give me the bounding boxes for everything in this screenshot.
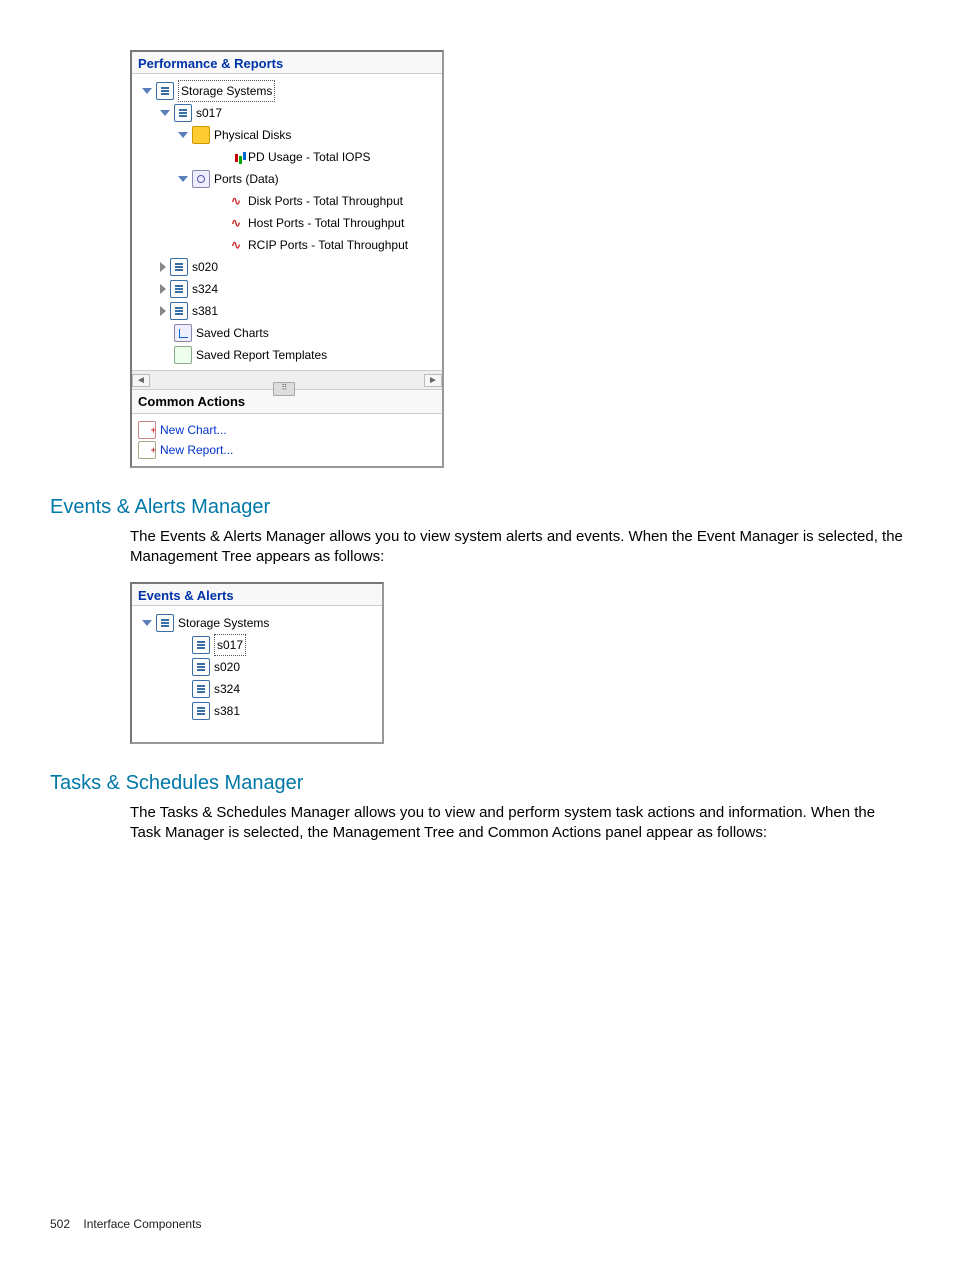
disks-icon	[192, 126, 210, 144]
wave-icon	[228, 215, 244, 231]
tree-label: Host Ports - Total Throughput	[248, 213, 404, 233]
tree-label: RCIP Ports - Total Throughput	[248, 235, 408, 255]
action-label: New Chart...	[160, 420, 227, 440]
expand-icon[interactable]	[160, 284, 166, 294]
storage-icon	[174, 104, 192, 122]
action-new-chart[interactable]: New Chart...	[138, 420, 436, 440]
ports-icon	[192, 170, 210, 188]
tree-label: Saved Charts	[196, 323, 269, 343]
tree-item-host-ports-throughput[interactable]: Host Ports - Total Throughput	[136, 212, 438, 234]
tree-group-ports[interactable]: Ports (Data)	[136, 168, 438, 190]
wave-icon	[228, 193, 244, 209]
tree-item-pd-usage-iops[interactable]: PD Usage - Total IOPS	[136, 146, 438, 168]
tree-label: s020	[214, 657, 240, 677]
new-chart-icon	[138, 421, 156, 439]
expand-icon[interactable]	[142, 620, 152, 626]
tree-label: s017	[214, 634, 246, 656]
tree-label: s324	[192, 279, 218, 299]
storage-icon	[170, 302, 188, 320]
tree-system-s020[interactable]: s020	[136, 256, 438, 278]
tree-label: Saved Report Templates	[196, 345, 327, 365]
tree-label: s381	[192, 301, 218, 321]
events-alerts-panel: Events & Alerts Storage Systems s017 s02…	[130, 582, 384, 744]
expand-icon[interactable]	[160, 262, 166, 272]
tree-root-storage-systems[interactable]: Storage Systems	[136, 80, 438, 102]
performance-reports-panel: Performance & Reports Storage Systems s0…	[130, 50, 444, 468]
tree-system-s017[interactable]: s017	[136, 102, 438, 124]
expand-icon[interactable]	[160, 306, 166, 316]
expand-icon[interactable]	[178, 176, 188, 182]
storage-icon	[170, 280, 188, 298]
scroll-thumb[interactable]: ⠿	[273, 382, 295, 396]
new-report-icon	[138, 441, 156, 459]
expand-icon[interactable]	[160, 110, 170, 116]
panel-title: Events & Alerts	[132, 584, 382, 606]
expand-icon[interactable]	[142, 88, 152, 94]
common-actions: New Chart... New Report...	[132, 414, 442, 466]
tree-system-s381[interactable]: s381	[136, 700, 378, 722]
storage-icon	[156, 82, 174, 100]
horizontal-scrollbar[interactable]: ◄ ⠿ ►	[132, 370, 442, 389]
storage-icon	[192, 680, 210, 698]
storage-icon	[156, 614, 174, 632]
tree-label: Storage Systems	[178, 613, 269, 633]
tree-system-s381[interactable]: s381	[136, 300, 438, 322]
saved-templates-icon	[174, 346, 192, 364]
tree-system-s017[interactable]: s017	[136, 634, 378, 656]
tree-label: s020	[192, 257, 218, 277]
storage-icon	[192, 658, 210, 676]
tree-item-rcip-ports-throughput[interactable]: RCIP Ports - Total Throughput	[136, 234, 438, 256]
tree-label: Storage Systems	[178, 80, 275, 102]
tree-label: PD Usage - Total IOPS	[248, 147, 371, 167]
storage-icon	[192, 702, 210, 720]
tree-label: s017	[196, 103, 222, 123]
scroll-right-button[interactable]: ►	[424, 374, 442, 387]
body-tasks-schedules: The Tasks & Schedules Manager allows you…	[130, 803, 904, 844]
action-new-report[interactable]: New Report...	[138, 440, 436, 460]
tree-label: Disk Ports - Total Throughput	[248, 191, 403, 211]
action-label: New Report...	[160, 440, 233, 460]
tree-label: s381	[214, 701, 240, 721]
tree-root-storage-systems[interactable]: Storage Systems	[136, 612, 378, 634]
tree-label: Ports (Data)	[214, 169, 279, 189]
scroll-left-button[interactable]: ◄	[132, 374, 150, 387]
tree-item-disk-ports-throughput[interactable]: Disk Ports - Total Throughput	[136, 190, 438, 212]
heading-tasks-schedules-manager: Tasks & Schedules Manager	[50, 772, 904, 795]
page-footer: 502 Interface Components	[50, 1217, 201, 1231]
tree-item-saved-report-templates[interactable]: Saved Report Templates	[136, 344, 438, 366]
tree-system-s020[interactable]: s020	[136, 656, 378, 678]
tree-item-saved-charts[interactable]: Saved Charts	[136, 322, 438, 344]
tree-label: s324	[214, 679, 240, 699]
storage-icon	[192, 636, 210, 654]
saved-charts-icon	[174, 324, 192, 342]
tree-label: Physical Disks	[214, 125, 291, 145]
storage-icon	[170, 258, 188, 276]
panel-title: Performance & Reports	[132, 52, 442, 74]
tree-system-s324[interactable]: s324	[136, 678, 378, 700]
heading-events-alerts-manager: Events & Alerts Manager	[50, 496, 904, 519]
tree-group-physical-disks[interactable]: Physical Disks	[136, 124, 438, 146]
footer-section: Interface Components	[83, 1217, 201, 1231]
tree-performance: Storage Systems s017 Physical Disks PD U…	[132, 74, 442, 370]
tree-system-s324[interactable]: s324	[136, 278, 438, 300]
wave-icon	[228, 237, 244, 253]
page-number: 502	[50, 1217, 70, 1231]
body-events-alerts: The Events & Alerts Manager allows you t…	[130, 527, 904, 568]
expand-icon[interactable]	[178, 132, 188, 138]
bar-chart-icon	[228, 149, 244, 165]
tree-events: Storage Systems s017 s020 s324	[132, 606, 382, 742]
